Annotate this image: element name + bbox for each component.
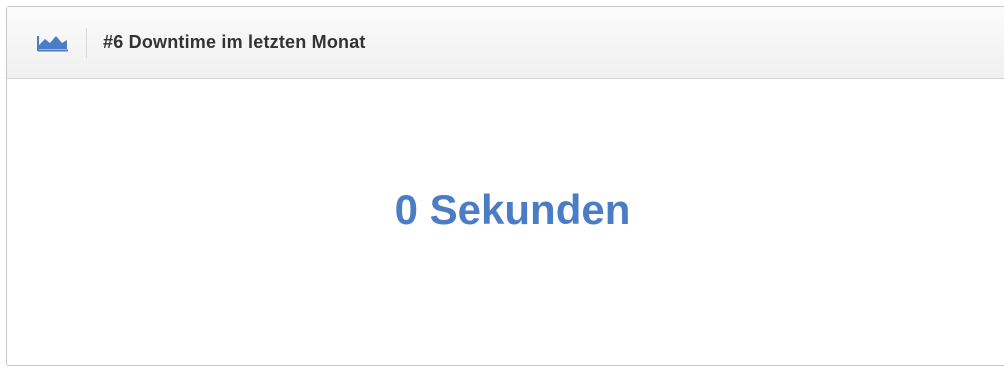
downtime-value: 0 Sekunden xyxy=(394,186,631,233)
header-divider xyxy=(86,27,87,58)
widget-header: #6 Downtime im letzten Monat xyxy=(7,7,1004,79)
downtime-widget: #6 Downtime im letzten Monat 0 Sekunden xyxy=(6,6,1004,366)
area-chart-icon xyxy=(34,30,72,56)
widget-title: #6 Downtime im letzten Monat xyxy=(103,32,366,52)
widget-body: 0 Sekunden xyxy=(7,79,1004,365)
